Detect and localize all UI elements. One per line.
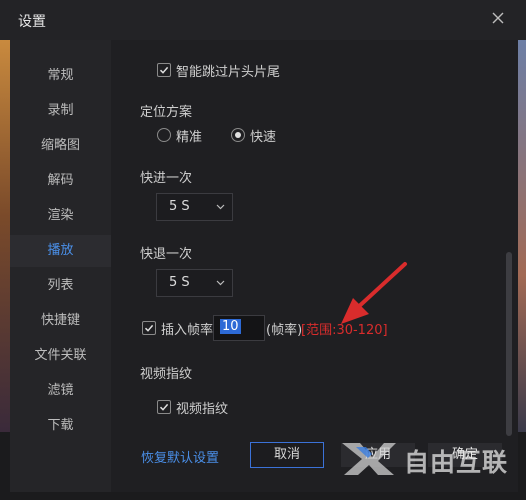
background-edge-right — [518, 40, 526, 432]
sidebar-item-decode[interactable]: 解码 — [10, 165, 111, 197]
check-icon — [159, 403, 169, 411]
check-icon — [159, 66, 169, 74]
sidebar: 常规 录制 缩略图 解码 渲染 播放 列表 快捷键 文件关联 滤镜 下载 — [10, 40, 111, 492]
sidebar-item-playback[interactable]: 播放 — [10, 235, 111, 267]
frame-interp-checkbox[interactable] — [142, 321, 156, 335]
fast-forward-value: 5 S — [169, 199, 190, 214]
skip-intro-label: 智能跳过片头片尾 — [176, 65, 281, 80]
scrollbar-thumb[interactable] — [506, 252, 512, 436]
fast-forward-select[interactable]: 5 S — [156, 193, 233, 221]
close-icon[interactable] — [488, 8, 508, 28]
chevron-down-icon — [216, 204, 225, 210]
sidebar-item-filter[interactable]: 滤镜 — [10, 375, 111, 407]
rewind-title: 快退一次 — [140, 247, 193, 262]
sidebar-item-record[interactable]: 录制 — [10, 95, 111, 127]
background-edge-left — [0, 40, 10, 432]
radio-precise[interactable] — [157, 128, 171, 142]
sidebar-item-list[interactable]: 列表 — [10, 270, 111, 302]
sidebar-item-render[interactable]: 渲染 — [10, 200, 111, 232]
rewind-value: 5 S — [169, 275, 190, 290]
apply-button[interactable]: 应用 — [341, 443, 415, 467]
skip-intro-checkbox[interactable] — [157, 63, 171, 77]
sidebar-item-shortcuts[interactable]: 快捷键 — [10, 305, 111, 337]
cancel-button[interactable]: 取消 — [250, 442, 324, 468]
sidebar-item-download[interactable]: 下载 — [10, 410, 111, 442]
window-title: 设置 — [18, 14, 46, 30]
fingerprint-checkbox[interactable] — [157, 400, 171, 414]
content-area: 智能跳过片头片尾 定位方案 精准 快速 快进一次 5 S 快退一次 5 S 插入… — [111, 40, 518, 492]
frame-rate-input[interactable]: 10 — [213, 315, 265, 341]
title-bar: 设置 — [0, 0, 526, 40]
ok-button[interactable]: 确定 — [428, 443, 502, 467]
arrow-annotation-icon — [341, 262, 407, 324]
frame-rate-value: 10 — [220, 319, 241, 334]
fingerprint-title: 视频指纹 — [140, 367, 193, 382]
check-icon — [144, 324, 154, 332]
sidebar-item-file-assoc[interactable]: 文件关联 — [10, 340, 111, 372]
sidebar-item-thumbnail[interactable]: 缩略图 — [10, 130, 111, 162]
fast-forward-title: 快进一次 — [140, 171, 193, 186]
radio-fast-label: 快速 — [250, 130, 277, 145]
fingerprint-label: 视频指纹 — [176, 402, 229, 417]
sidebar-item-general[interactable]: 常规 — [10, 60, 111, 92]
frame-interp-label: 插入帧率 — [161, 323, 214, 338]
restore-defaults-link[interactable]: 恢复默认设置 — [141, 447, 219, 466]
radio-precise-label: 精准 — [176, 130, 203, 145]
chevron-down-icon — [216, 280, 225, 286]
settings-panel: 常规 录制 缩略图 解码 渲染 播放 列表 快捷键 文件关联 滤镜 下载 智能跳… — [10, 40, 518, 492]
radio-fast[interactable] — [231, 128, 245, 142]
positioning-title: 定位方案 — [140, 105, 193, 120]
frame-rate-unit: (帧率) — [266, 323, 303, 338]
rewind-select[interactable]: 5 S — [156, 269, 233, 297]
